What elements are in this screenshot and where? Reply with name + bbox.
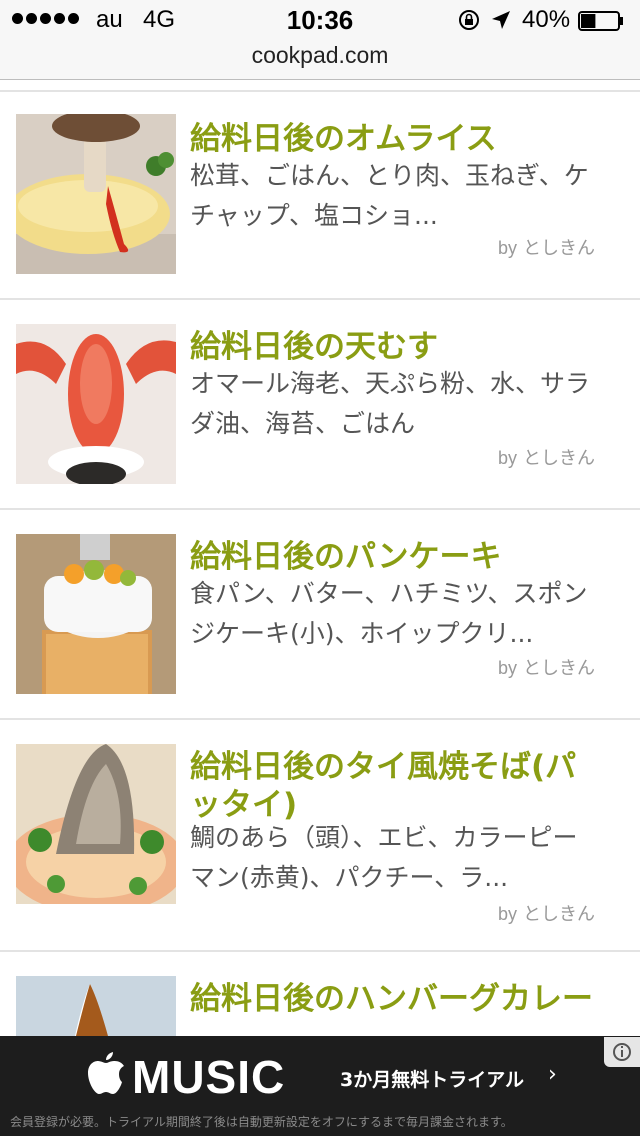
url-domain[interactable]: cookpad.com [0, 42, 640, 69]
author-prefix: by [497, 238, 517, 258]
recipe-item[interactable]: 給料日後のオムライス 松茸、ごはん、とり肉、玉ねぎ、ケチャップ、塩コショ... … [0, 92, 640, 298]
recipe-list: 給料日後のオムライス 松茸、ごはん、とり肉、玉ねぎ、ケチャップ、塩コショ... … [0, 80, 640, 1038]
recipe-title[interactable]: 給料日後のタイ風焼そば(パッタイ) [190, 748, 600, 824]
rotation-lock-icon [459, 10, 479, 30]
recipe-title[interactable]: 給料日後のオムライス [190, 120, 610, 158]
author-name[interactable]: としきん [523, 658, 595, 679]
recipe-thumbnail-padthai[interactable] [16, 744, 176, 904]
author-prefix: by [497, 448, 517, 468]
battery-percentage: 40% [522, 6, 571, 33]
recipe-author[interactable]: by としきん [498, 654, 595, 680]
chevron-right-icon: › [548, 1062, 557, 1087]
recipe-author[interactable]: by としきん [498, 444, 595, 470]
recipe-thumbnail-tenmusu[interactable] [16, 324, 176, 484]
ad-fine-print: 会員登録が必要。トライアル期間終了後は自動更新設定をオフにするまで毎月課金されま… [10, 1115, 513, 1129]
status-bar: au 4G 10:36 40% [0, 0, 640, 40]
ad-choices-button[interactable] [604, 1037, 640, 1067]
address-bar[interactable]: cookpad.com [0, 40, 640, 80]
ad-brand-text[interactable]: MUSIC [132, 1050, 285, 1104]
recipe-item[interactable]: 給料日後のハンバーグカレー [0, 952, 640, 1038]
ad-cta-text[interactable]: 3か月無料トライアル [340, 1065, 524, 1092]
recipe-thumbnail-omurice[interactable] [16, 114, 176, 274]
recipe-item[interactable]: 給料日後のパンケーキ 食パン、バター、ハチミツ、スポンジケーキ(小)、ホイップク… [0, 510, 640, 718]
recipe-thumbnail-pancake[interactable] [16, 534, 176, 694]
battery-icon [578, 11, 623, 31]
ad-choices-icon [613, 1043, 631, 1061]
author-name[interactable]: としきん [523, 904, 595, 925]
apple-logo-icon [88, 1052, 124, 1094]
recipe-ingredients: 鯛のあら（頭）、エビ、カラーピーマン(赤黄)、パクチー、ラ... [190, 823, 578, 892]
author-prefix: by [497, 904, 517, 924]
recipe-author[interactable]: by としきん [498, 234, 595, 260]
author-name[interactable]: としきん [523, 238, 595, 259]
location-arrow-icon [492, 11, 510, 29]
recipe-thumbnail-curry[interactable] [16, 976, 176, 1038]
recipe-author[interactable]: by としきん [498, 900, 595, 926]
recipe-item[interactable]: 給料日後の天むす オマール海老、天ぷら粉、水、サラダ油、海苔、ごはん by としき… [0, 300, 640, 508]
recipe-ingredients: 食パン、バター、ハチミツ、スポンジケーキ(小)、ホイップクリ... [190, 579, 588, 648]
recipe-title[interactable]: 給料日後のハンバーグカレー [190, 980, 600, 1018]
recipe-ingredients: 松茸、ごはん、とり肉、玉ねぎ、ケチャップ、塩コショ... [190, 161, 589, 230]
recipe-item[interactable]: 給料日後のタイ風焼そば(パッタイ) 鯛のあら（頭）、エビ、カラーピーマン(赤黄)… [0, 720, 640, 950]
recipe-ingredients: オマール海老、天ぷら粉、水、サラダ油、海苔、ごはん [190, 369, 591, 438]
recipe-title[interactable]: 給料日後のパンケーキ [190, 538, 610, 576]
author-name[interactable]: としきん [523, 448, 595, 469]
recipe-title[interactable]: 給料日後の天むす [190, 328, 610, 366]
author-prefix: by [497, 658, 517, 678]
